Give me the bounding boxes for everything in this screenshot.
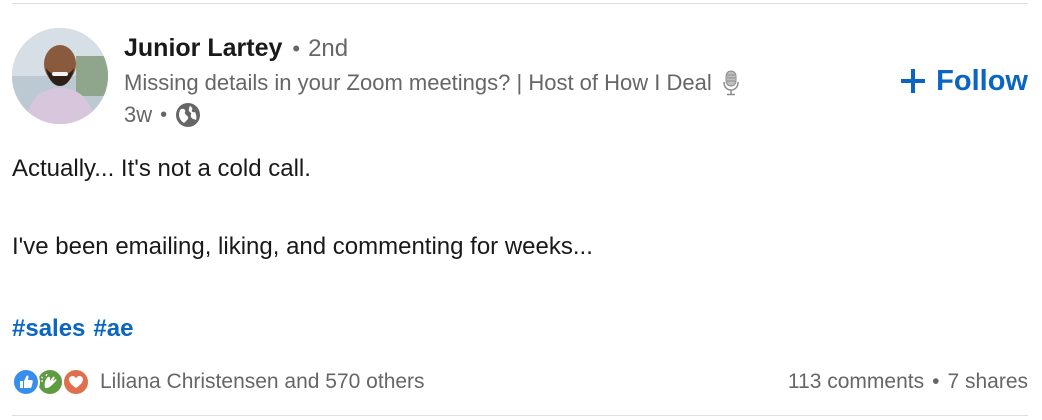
shares-count[interactable]: 7 shares bbox=[947, 366, 1028, 398]
bottom-divider bbox=[12, 415, 1028, 416]
top-divider bbox=[12, 3, 1028, 4]
meta-separator: • bbox=[160, 104, 168, 126]
reaction-icons bbox=[12, 368, 92, 396]
author-headline-row: Missing details in your Zoom meetings? |… bbox=[124, 66, 844, 100]
plus-icon bbox=[900, 68, 926, 94]
celebrate-icon bbox=[36, 368, 64, 396]
microphone-icon bbox=[722, 70, 740, 96]
author-name-row: Junior Lartey • 2nd bbox=[124, 32, 844, 64]
hashtag-ae[interactable]: #ae bbox=[93, 315, 133, 342]
hashtags: #sales #ae bbox=[12, 312, 141, 346]
avatar-photo bbox=[12, 28, 108, 124]
author-headline: Missing details in your Zoom meetings? |… bbox=[124, 70, 712, 95]
follow-button[interactable]: Follow bbox=[900, 62, 1028, 100]
connection-degree: 2nd bbox=[308, 35, 349, 62]
author-name[interactable]: Junior Lartey bbox=[124, 32, 282, 64]
author-block: Junior Lartey • 2nd Missing details in y… bbox=[124, 32, 844, 130]
post-age[interactable]: 3w bbox=[124, 100, 152, 130]
post-body-line: Actually... It's not a cold call. bbox=[12, 155, 311, 182]
name-separator: • bbox=[292, 36, 301, 61]
post-body: Actually... It's not a cold call. I've b… bbox=[12, 152, 1012, 264]
counts-separator: • bbox=[932, 370, 940, 393]
follow-label: Follow bbox=[936, 64, 1028, 97]
reactors-text[interactable]: Liliana Christensen and 570 others bbox=[100, 370, 425, 394]
reactions-summary[interactable]: Liliana Christensen and 570 others bbox=[12, 366, 425, 398]
love-icon bbox=[62, 368, 90, 396]
globe-icon bbox=[175, 102, 201, 128]
post-body-line: I've been emailing, liking, and commenti… bbox=[12, 233, 593, 260]
author-avatar[interactable] bbox=[12, 28, 108, 124]
post-meta-row: 3w • bbox=[124, 100, 844, 130]
like-icon bbox=[12, 368, 40, 396]
engagement-counts: 113 comments • 7 shares bbox=[788, 366, 1028, 398]
comments-count[interactable]: 113 comments bbox=[788, 366, 924, 398]
hashtag-sales[interactable]: #sales bbox=[12, 315, 85, 342]
